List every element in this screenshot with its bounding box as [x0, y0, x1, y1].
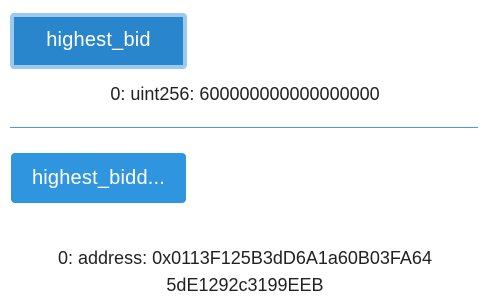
- contract-function-panel: highest_bid 0: uint256: 6000000000000000…: [0, 0, 490, 307]
- highest-bidder-output-line-1: 0: address: 0x0113F125B3dD6A1a60B03FA64: [58, 248, 432, 268]
- highest-bidder-output: 0: address: 0x0113F125B3dD6A1a60B03FA64 …: [0, 245, 490, 299]
- section-divider: [10, 127, 478, 128]
- highest-bidder-output-line-2: 5dE1292c3199EEB: [166, 275, 324, 295]
- highest-bid-output: 0: uint256: 600000000000000000: [110, 84, 380, 104]
- highest-bid-button[interactable]: highest_bid: [10, 13, 187, 69]
- highest-bidder-button[interactable]: highest_bidd...: [11, 153, 186, 203]
